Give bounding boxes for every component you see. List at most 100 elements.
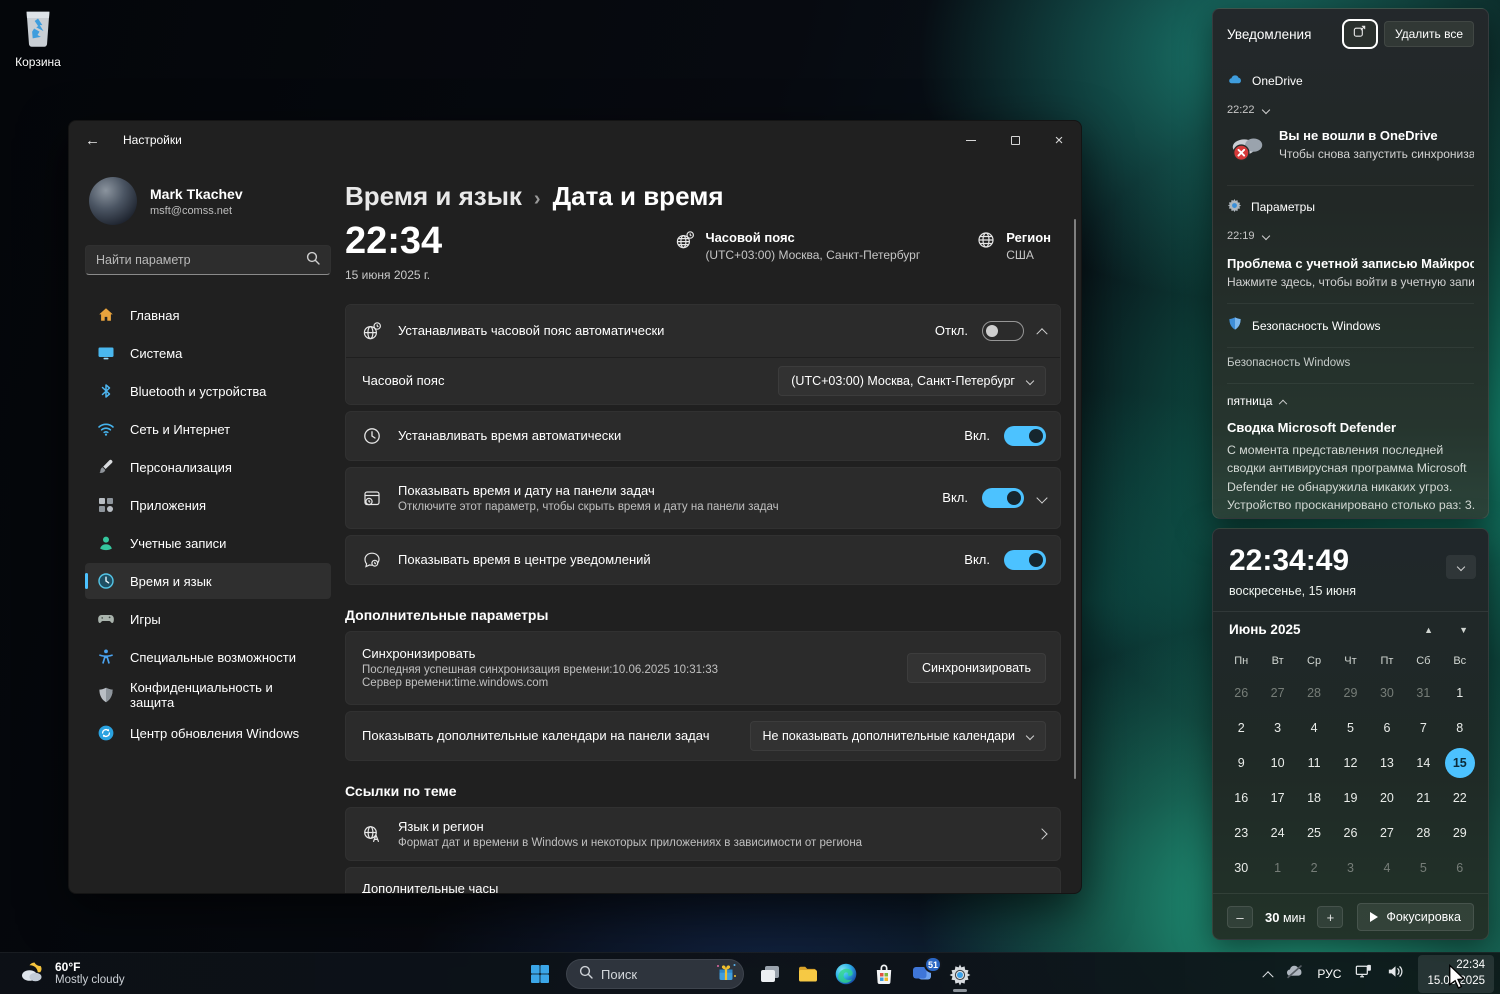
calendar-day-selected[interactable]: 15 [1442, 745, 1478, 780]
collapse-calendar-button[interactable] [1446, 555, 1476, 579]
calendar-day[interactable]: 26 [1223, 675, 1259, 710]
calendar-day[interactable]: 26 [1332, 815, 1368, 850]
sidebar-item-home[interactable]: Главная [85, 297, 331, 333]
auto-time-toggle[interactable] [1004, 425, 1046, 446]
calendar-day[interactable]: 2 [1296, 850, 1332, 885]
user-card[interactable]: Mark Tkachev msft@comss.net [89, 177, 331, 225]
sidebar-item-network[interactable]: Сеть и Интернет [85, 411, 331, 447]
calendar-day[interactable]: 28 [1405, 815, 1441, 850]
weather-widget[interactable]: 60°F Mostly cloudy [8, 953, 135, 994]
calendar-day[interactable]: 17 [1259, 780, 1295, 815]
calendar-day[interactable]: 5 [1405, 850, 1441, 885]
calendar-day[interactable]: 3 [1332, 850, 1368, 885]
sidebar-item-gaming[interactable]: Игры [85, 601, 331, 637]
calendar-day[interactable]: 31 [1405, 675, 1441, 710]
calendar-day[interactable]: 6 [1369, 710, 1405, 745]
calendar-day[interactable]: 5 [1332, 710, 1368, 745]
calendar-day[interactable]: 2 [1223, 710, 1259, 745]
settings-button[interactable] [948, 962, 972, 992]
extra-calendars-dropdown[interactable]: Не показывать дополнительные календари [749, 720, 1046, 751]
calendar-day[interactable]: 4 [1296, 710, 1332, 745]
clear-all-button[interactable]: Удалить все [1383, 21, 1474, 47]
sidebar-item-accessibility[interactable]: Специальные возможности [85, 639, 331, 675]
notification-timestamp[interactable]: 22:19 [1227, 230, 1474, 242]
calendar-day[interactable]: 29 [1442, 815, 1478, 850]
calendar-day[interactable]: 23 [1223, 815, 1259, 850]
calendar-day[interactable]: 21 [1405, 780, 1441, 815]
calendar-day[interactable]: 28 [1296, 675, 1332, 710]
notification-defender[interactable]: Сводка Microsoft Defender С момента пред… [1227, 420, 1475, 515]
volume-icon[interactable] [1386, 962, 1405, 986]
auto-timezone-row[interactable]: Устанавливать часовой пояс автоматически… [346, 304, 1060, 357]
microsoft-store-button[interactable] [872, 962, 896, 986]
edge-browser-button[interactable] [834, 962, 858, 986]
focus-start-button[interactable]: Фокусировка [1357, 903, 1474, 931]
defender-group-header[interactable]: Безопасность Windows [1227, 303, 1474, 335]
notification-settings-button[interactable] [1341, 19, 1378, 49]
maximize-button[interactable] [993, 121, 1037, 159]
onedrive-group-header[interactable]: OneDrive [1227, 61, 1474, 90]
auto-timezone-toggle[interactable] [982, 320, 1024, 341]
calendar-day[interactable]: 29 [1332, 675, 1368, 710]
settings-group-header[interactable]: Параметры [1227, 185, 1474, 216]
calendar-day[interactable]: 19 [1332, 780, 1368, 815]
calendar-day[interactable]: 7 [1405, 710, 1441, 745]
calendar-day[interactable]: 3 [1259, 710, 1295, 745]
calendar-day[interactable]: 14 [1405, 745, 1441, 780]
teams-chat-button[interactable]: 51 [910, 956, 942, 986]
calendar-day[interactable]: 12 [1332, 745, 1368, 780]
calendar-day[interactable]: 9 [1223, 745, 1259, 780]
file-explorer-button[interactable] [796, 962, 820, 986]
focus-decrease-button[interactable]: – [1227, 906, 1253, 928]
calendar-day[interactable]: 4 [1369, 850, 1405, 885]
scrollbar[interactable] [1074, 219, 1076, 779]
prev-month-button[interactable]: ▲ [1424, 625, 1433, 635]
chevron-down-icon[interactable] [1036, 492, 1048, 504]
calendar-day[interactable]: 18 [1296, 780, 1332, 815]
show-taskbar-time-toggle[interactable] [982, 487, 1024, 508]
day-group-row[interactable]: пятница [1227, 383, 1474, 409]
back-button[interactable]: ← [85, 132, 113, 149]
sidebar-item-accounts[interactable]: Учетные записи [85, 525, 331, 561]
task-view-button[interactable] [758, 962, 782, 986]
notification-timestamp[interactable]: 22:22 [1227, 104, 1474, 116]
month-label[interactable]: Июнь 2025 [1229, 622, 1300, 637]
notification-onedrive[interactable]: Вы не вошли в OneDrive Чтобы снова запус… [1227, 128, 1474, 171]
sync-now-button[interactable]: Синхронизировать [907, 652, 1046, 683]
calendar-day[interactable]: 27 [1369, 815, 1405, 850]
show-notification-time-toggle[interactable] [1004, 549, 1046, 570]
calendar-day[interactable]: 16 [1223, 780, 1259, 815]
next-month-button[interactable]: ▼ [1459, 625, 1468, 635]
timezone-dropdown[interactable]: (UTC+03:00) Москва, Санкт-Петербург [778, 365, 1046, 396]
calendar-day[interactable]: 8 [1442, 710, 1478, 745]
breadcrumb-parent[interactable]: Время и язык [345, 181, 522, 212]
calendar-day[interactable]: 1 [1442, 675, 1478, 710]
tray-overflow-button[interactable] [1262, 971, 1275, 983]
calendar-day[interactable]: 20 [1369, 780, 1405, 815]
sidebar-item-bluetooth[interactable]: Bluetooth и устройства [85, 373, 331, 409]
recycle-bin[interactable]: Корзина [6, 6, 70, 69]
calendar-day[interactable]: 11 [1296, 745, 1332, 780]
search-input[interactable]: Найти параметр [85, 245, 331, 275]
calendar-day[interactable]: 13 [1369, 745, 1405, 780]
calendar-day[interactable]: 1 [1259, 850, 1295, 885]
calendar-day[interactable]: 6 [1442, 850, 1478, 885]
language-region-link[interactable]: Язык и регион Формат дат и времени в Win… [345, 806, 1061, 861]
taskbar-search[interactable]: Поиск [566, 959, 744, 989]
chevron-up-icon[interactable] [1036, 328, 1048, 340]
language-indicator[interactable]: РУС [1317, 967, 1341, 981]
calendar-day[interactable]: 30 [1223, 850, 1259, 885]
sidebar-item-time-language[interactable]: Время и язык [85, 563, 331, 599]
network-icon[interactable] [1354, 962, 1373, 986]
extra-clocks-link[interactable]: Дополнительные часы [345, 866, 1061, 893]
calendar-day[interactable]: 30 [1369, 675, 1405, 710]
sidebar-item-system[interactable]: Система [85, 335, 331, 371]
focus-increase-button[interactable]: + [1317, 906, 1344, 928]
sidebar-item-apps[interactable]: Приложения [85, 487, 331, 523]
sidebar-item-privacy[interactable]: Конфиденциальность и защита [85, 677, 331, 713]
calendar-day[interactable]: 10 [1259, 745, 1295, 780]
sidebar-item-windows-update[interactable]: Центр обновления Windows [85, 715, 331, 751]
close-button[interactable]: × [1037, 121, 1081, 159]
calendar-day[interactable]: 25 [1296, 815, 1332, 850]
onedrive-tray-icon[interactable] [1285, 962, 1304, 986]
